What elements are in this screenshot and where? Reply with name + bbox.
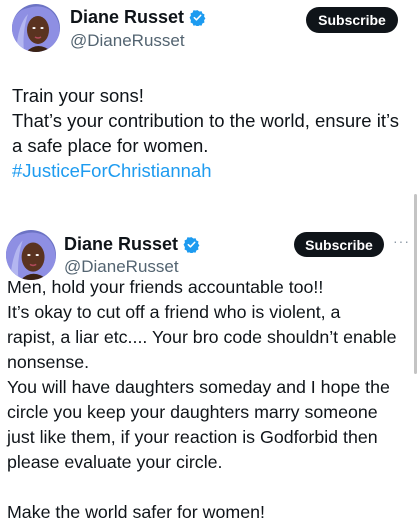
author-name-row: Diane Russet xyxy=(70,7,206,28)
subscribe-button[interactable]: Subscribe xyxy=(294,232,384,257)
tweet-text-line: a safe place for women. xyxy=(12,135,209,156)
avatar-image xyxy=(6,230,56,280)
avatar[interactable] xyxy=(12,4,60,52)
scrollbar[interactable] xyxy=(414,194,417,374)
author-display-name[interactable]: Diane Russet xyxy=(70,7,184,28)
tweet-text-line: rapist, a liar etc.... Your bro code sho… xyxy=(7,327,397,347)
tweet-text-line: You will have daughters someday and I ho… xyxy=(7,377,390,397)
hashtag-link[interactable]: #JusticeForChristiannah xyxy=(12,158,412,183)
avatar-image xyxy=(12,4,60,52)
author-handle[interactable]: @DianeRusset xyxy=(64,257,179,277)
tweet-text-line: Men, hold your friends accountable too!! xyxy=(7,277,324,297)
tweet-card: Diane Russet @DianeRusset Subscribe Trai… xyxy=(0,0,419,225)
verified-badge-icon xyxy=(183,237,200,253)
tweet-text-line: circle you keep your daughters marry som… xyxy=(7,402,378,422)
tweet-text: Train your sons! That’s your contributio… xyxy=(12,83,412,183)
paragraph-break xyxy=(7,475,415,500)
more-options-icon[interactable]: ··· xyxy=(393,233,410,249)
verified-badge-icon xyxy=(189,10,206,26)
tweet-text: Men, hold your friends accountable too!!… xyxy=(7,275,415,525)
tweet-text-line: please evaluate your circle. xyxy=(7,452,223,472)
tweet-text-line: That’s your contribution to the world, e… xyxy=(12,110,399,131)
tweet-text-line: Train your sons! xyxy=(12,85,144,106)
avatar[interactable] xyxy=(6,230,56,280)
subscribe-button[interactable]: Subscribe xyxy=(306,7,398,33)
author-handle[interactable]: @DianeRusset xyxy=(70,31,185,51)
tweet-text-line: It’s okay to cut off a friend who is vio… xyxy=(7,302,341,322)
tweet-feed: Diane Russet @DianeRusset Subscribe Trai… xyxy=(0,0,419,529)
tweet-text-line: just like them, if your reaction is Godf… xyxy=(7,427,378,447)
tweet-text-line: Make the world safer for women! xyxy=(7,502,265,522)
author-name-row: Diane Russet xyxy=(64,234,200,255)
tweet-card: Diane Russet @DianeRusset Subscribe ··· … xyxy=(0,225,419,529)
tweet-text-line: nonsense. xyxy=(7,352,90,372)
author-display-name[interactable]: Diane Russet xyxy=(64,234,178,255)
